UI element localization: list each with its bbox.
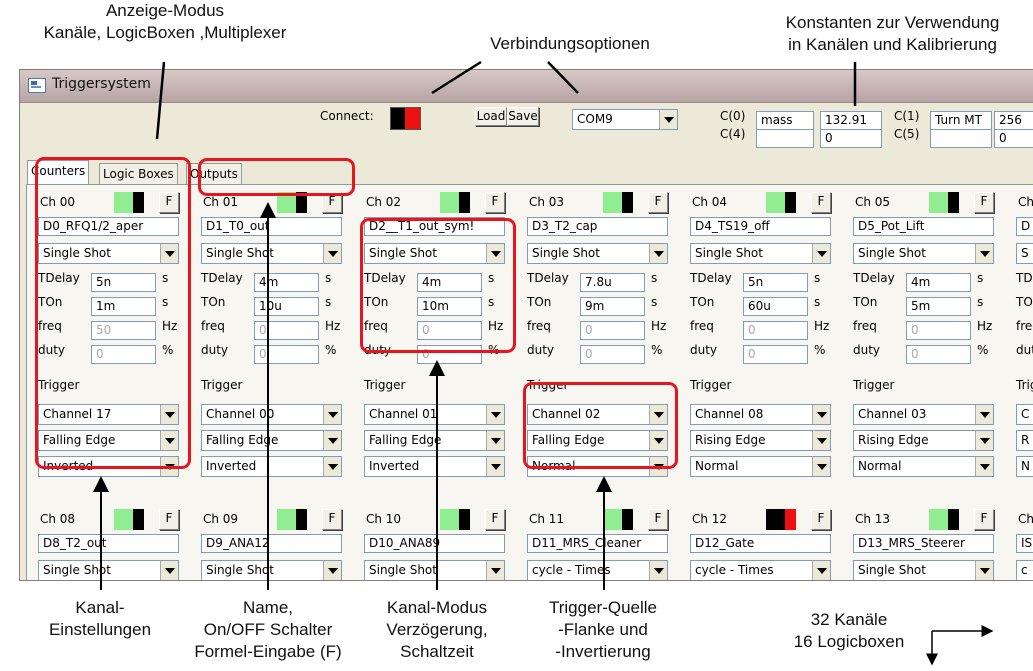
annotation-line: -Flanke und	[558, 620, 648, 639]
annotation-line: Formel-Eingabe (F)	[194, 642, 342, 661]
annotation-line: Trigger-Quelle	[548, 598, 658, 617]
annotation-line: Name,	[242, 598, 294, 617]
annotation-kanal-einstellungen: Kanal- Einstellungen	[25, 597, 175, 641]
annotation-line: 32 Kanäle	[810, 610, 888, 629]
annotation-trigger-quelle: Trigger-Quelle -Flanke und -Invertierung	[518, 597, 688, 663]
arrow-verbindung-connect	[431, 60, 482, 95]
annotation-arrows	[93, 60, 994, 666]
annotation-line: Schaltzeit	[400, 642, 474, 661]
annotation-line: -Invertierung	[555, 642, 651, 661]
annotation-line: On/OFF Schalter	[203, 620, 333, 639]
annotation-line: 16 Logicboxen	[793, 632, 905, 651]
arrow-anzeige-modus	[155, 61, 166, 140]
annotation-name-schalter: Name, On/OFF Schalter Formel-Eingabe (F)	[170, 597, 366, 663]
annotation-line: Kanal-Modus	[386, 598, 488, 617]
annotation-kanaele-count: 32 Kanäle 16 Logicboxen	[774, 609, 924, 653]
annotation-kanal-modus: Kanal-Modus Verzögerung, Schaltzeit	[370, 597, 504, 663]
annotation-line: Einstellungen	[48, 620, 152, 639]
annotation-line: Verzögerung,	[386, 620, 488, 639]
arrow-verbindung-com	[547, 61, 579, 94]
annotation-line: Kanal-	[75, 598, 125, 617]
